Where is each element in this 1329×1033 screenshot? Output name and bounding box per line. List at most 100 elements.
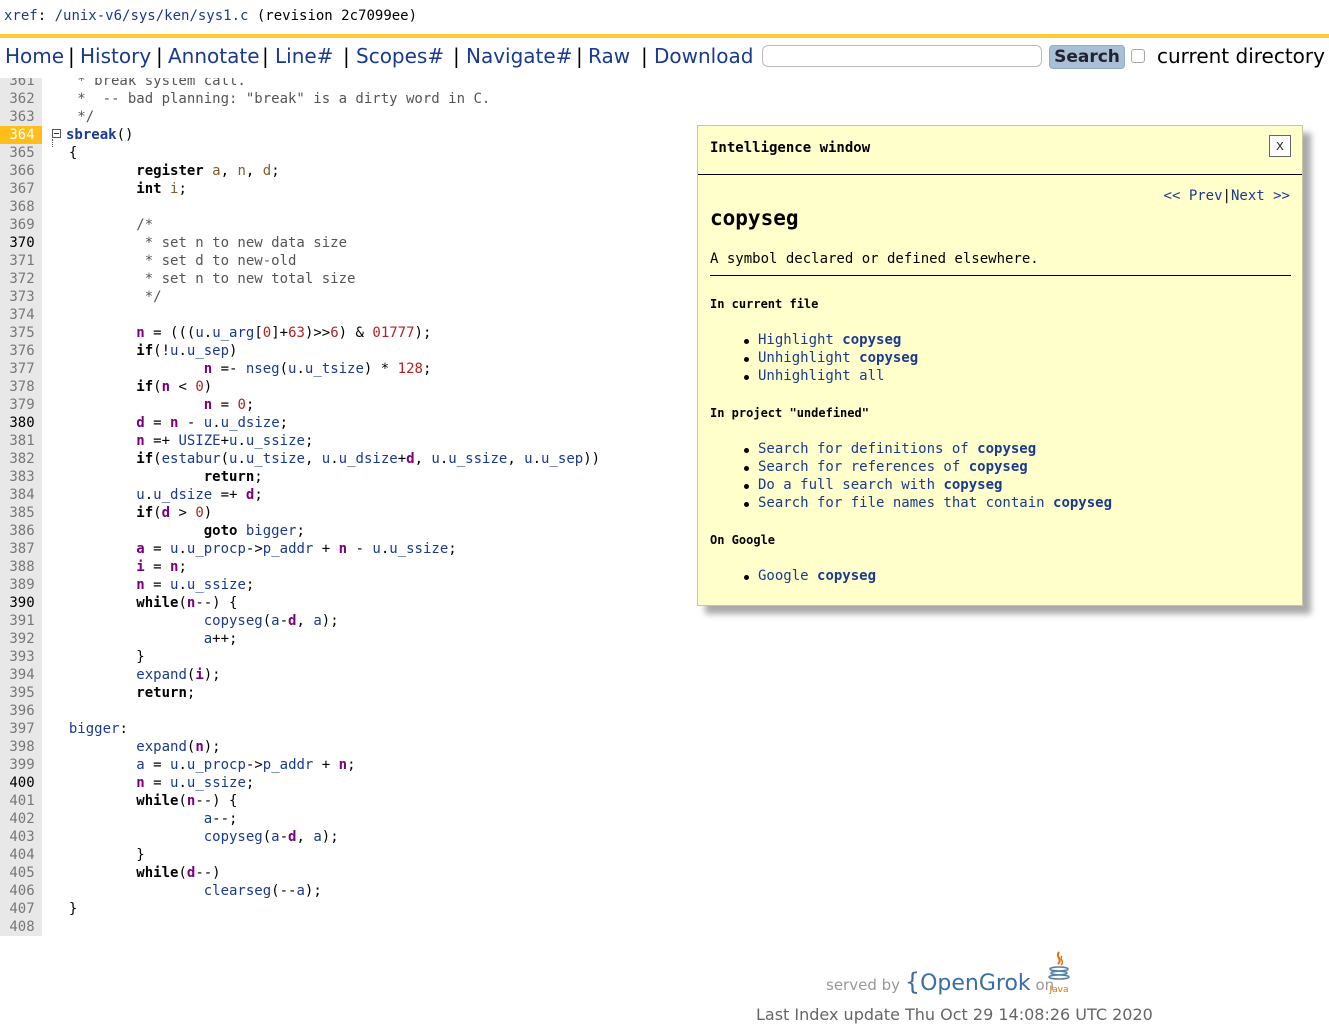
intelligence-action-link[interactable]: Highlight copyseg: [758, 332, 901, 348]
line-number-link[interactable]: 401: [0, 792, 42, 810]
line-number-link[interactable]: 389: [0, 576, 42, 594]
line-number-link[interactable]: 404: [0, 846, 42, 864]
line-number-link[interactable]: 376: [0, 342, 42, 360]
line-number-link[interactable]: 388: [0, 558, 42, 576]
nav-scopes-link[interactable]: Scopes#: [356, 44, 444, 68]
line-number-link[interactable]: 385: [0, 504, 42, 522]
action-label: Search for references of: [758, 459, 969, 475]
code-text: a = u.u_procp->p_addr + n - u.u_ssize;: [136, 541, 457, 557]
line-number-link[interactable]: 390: [0, 594, 42, 612]
line-number-link[interactable]: 366: [0, 162, 42, 180]
intelligence-action-link[interactable]: Search for file names that contain copys…: [758, 495, 1112, 511]
code-line: 389 n = u.u_ssize;: [0, 576, 690, 594]
line-number-link[interactable]: 378: [0, 378, 42, 396]
nav-separator: |: [576, 44, 583, 68]
line-number-link[interactable]: 397: [0, 720, 42, 738]
line-number-link[interactable]: 381: [0, 432, 42, 450]
search-input[interactable]: [762, 45, 1042, 67]
line-number-link[interactable]: 395: [0, 684, 42, 702]
next-link[interactable]: Next >>: [1231, 188, 1290, 204]
line-number-link[interactable]: 370: [0, 234, 42, 252]
line-number-link[interactable]: 387: [0, 540, 42, 558]
line-number-link[interactable]: 371: [0, 252, 42, 270]
line-number-link[interactable]: 377: [0, 360, 42, 378]
line-number-link[interactable]: 368: [0, 198, 42, 216]
line-number-link[interactable]: 364: [0, 126, 42, 144]
line-number-link[interactable]: 367: [0, 180, 42, 198]
code-text: return;: [136, 685, 196, 701]
line-number-link[interactable]: 398: [0, 738, 42, 756]
code-text: * set d to new-old: [68, 253, 297, 269]
section-project: In project "undefined": [710, 406, 869, 420]
java-logo-icon[interactable]: Java: [1046, 950, 1072, 996]
search-button[interactable]: Search: [1049, 45, 1125, 69]
line-number-link[interactable]: 380: [0, 414, 42, 432]
code-line: 361 * break system call.: [0, 78, 690, 90]
line-number-link[interactable]: 379: [0, 396, 42, 414]
line-number-link[interactable]: 362: [0, 90, 42, 108]
code-line: 405 while(d--): [0, 864, 690, 882]
nav-navigate-link[interactable]: Navigate#: [466, 44, 572, 68]
fold-toggle-icon[interactable]: [52, 129, 61, 147]
intelligence-action-link[interactable]: Search for references of copyseg: [758, 459, 1028, 475]
line-number-link[interactable]: 374: [0, 306, 42, 324]
code-text: if(!u.u_sep): [136, 343, 238, 359]
line-number-link[interactable]: 382: [0, 450, 42, 468]
line-number-link[interactable]: 394: [0, 666, 42, 684]
line-number-link[interactable]: 383: [0, 468, 42, 486]
nav-annotate-link[interactable]: Annotate: [168, 44, 260, 68]
line-number-link[interactable]: 361: [0, 78, 42, 90]
line-number-link[interactable]: 391: [0, 612, 42, 630]
action-symbol: copyseg: [817, 568, 877, 584]
intelligence-action-link[interactable]: Do a full search with copyseg: [758, 477, 1002, 493]
line-number-link[interactable]: 407: [0, 900, 42, 918]
nav-home-link[interactable]: Home: [5, 44, 64, 68]
line-number-link[interactable]: 405: [0, 864, 42, 882]
line-number-link[interactable]: 396: [0, 702, 42, 720]
xref-link[interactable]: xref: [4, 8, 38, 24]
code-line: 374: [0, 306, 690, 324]
line-number-link[interactable]: 386: [0, 522, 42, 540]
line-number-link[interactable]: 402: [0, 810, 42, 828]
line-number-link[interactable]: 365: [0, 144, 42, 162]
line-number-link[interactable]: 400: [0, 774, 42, 792]
served-by-opengrok[interactable]: served by {OpenGrok on: [826, 968, 1054, 996]
line-number-link[interactable]: 373: [0, 288, 42, 306]
line-number-link[interactable]: 393: [0, 648, 42, 666]
code-text: n = u.u_ssize;: [136, 775, 255, 791]
line-number-link[interactable]: 392: [0, 630, 42, 648]
code-line: 408: [0, 918, 690, 936]
line-number-link[interactable]: 375: [0, 324, 42, 342]
line-number-link[interactable]: 372: [0, 270, 42, 288]
code-text: a++;: [203, 631, 238, 647]
code-line: 378 if(n < 0): [0, 378, 690, 396]
intelligence-action-link[interactable]: Unhighlight all: [758, 368, 884, 384]
code-text: * -- bad planning: "break" is a dirty wo…: [68, 91, 491, 107]
nav-history-link[interactable]: History: [80, 44, 151, 68]
nav-raw-link[interactable]: Raw: [588, 44, 630, 68]
intelligence-action-link[interactable]: Unhighlight copyseg: [758, 350, 918, 366]
current-directory-checkbox[interactable]: [1131, 49, 1145, 63]
code-text: /*: [136, 217, 154, 233]
intelligence-action-link[interactable]: Search for definitions of copyseg: [758, 441, 1036, 457]
code-text: }: [52, 649, 145, 665]
prev-link[interactable]: << Prev: [1164, 188, 1223, 204]
nav-separator: |: [641, 44, 648, 68]
nav-line-link[interactable]: Line#: [275, 44, 333, 68]
intelligence-action-link[interactable]: Google copyseg: [758, 568, 876, 584]
line-number-link[interactable]: 406: [0, 882, 42, 900]
line-number-link[interactable]: 384: [0, 486, 42, 504]
close-button[interactable]: x: [1269, 135, 1291, 157]
line-number-link[interactable]: 408: [0, 918, 42, 936]
line-number-link[interactable]: 363: [0, 108, 42, 126]
prev-next-nav: << Prev|Next >>: [1164, 188, 1290, 204]
code-line: 406 clearseg(--a);: [0, 882, 690, 900]
file-path-link[interactable]: /unix-v6/sys/ken/sys1.c: [46, 8, 249, 24]
code-line: 362 * -- bad planning: "break" is a dirt…: [0, 90, 690, 108]
nav-download-link[interactable]: Download: [654, 44, 753, 68]
line-number-link[interactable]: 399: [0, 756, 42, 774]
nav-separator: |: [68, 44, 75, 68]
line-number-link[interactable]: 403: [0, 828, 42, 846]
code-text: goto bigger;: [203, 523, 305, 539]
line-number-link[interactable]: 369: [0, 216, 42, 234]
